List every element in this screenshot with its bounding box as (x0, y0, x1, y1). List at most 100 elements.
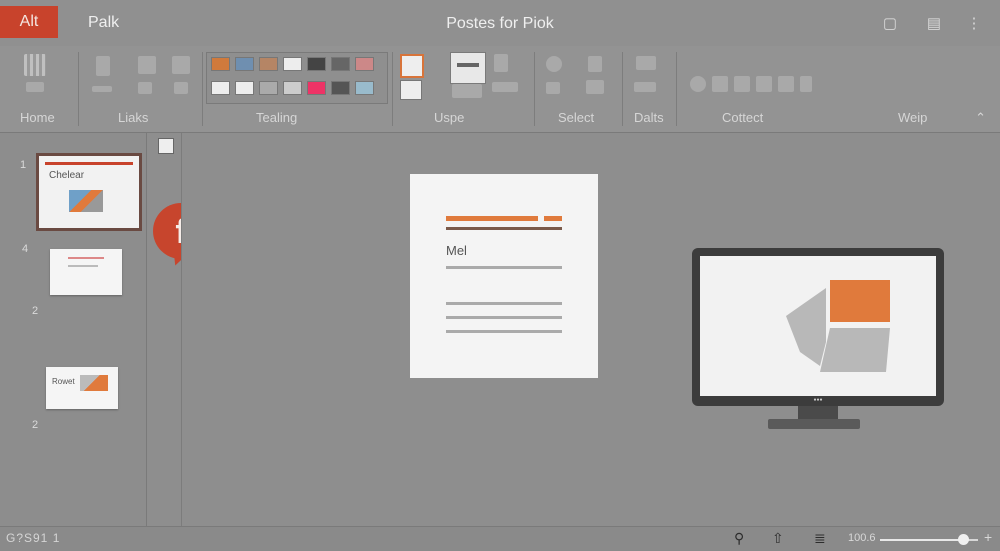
group-label-liaks[interactable]: Liaks (118, 110, 148, 125)
monitor-base (768, 419, 860, 429)
link-icon[interactable] (690, 76, 706, 92)
group-label-tealing[interactable]: Tealing (256, 110, 297, 125)
status-bar: G?S91 1 ⚲ ⇧ ≣ 100.6 + (0, 526, 1000, 551)
layout-thumb[interactable] (235, 81, 254, 95)
cut-icon[interactable] (138, 82, 152, 94)
triangle-icon[interactable] (174, 82, 188, 94)
doc-line (446, 316, 562, 319)
arrange-icon[interactable] (450, 52, 486, 84)
status-text: G?S91 1 (6, 531, 61, 545)
slide-thumbnail-1[interactable]: Chelear (36, 153, 142, 231)
accessibility-icon[interactable]: ⚲ (734, 530, 744, 547)
separator (202, 52, 203, 126)
layout-thumb[interactable] (211, 81, 230, 95)
pen-icon[interactable] (586, 80, 604, 94)
doc-rule (446, 227, 562, 230)
image-icon[interactable] (712, 76, 728, 92)
notes-icon[interactable] (158, 138, 174, 154)
thumb-title: Chelear (49, 170, 85, 181)
layout-thumb[interactable] (355, 81, 374, 95)
doc-line (446, 266, 562, 269)
doc-heading-bar (446, 216, 538, 221)
share-icon[interactable]: ⇧ (772, 530, 784, 547)
separator (392, 52, 393, 126)
layout-icon[interactable] (26, 82, 44, 92)
zoom-slider-fill (880, 539, 964, 541)
doc-heading-bar (544, 216, 562, 221)
diagram-left-shape (786, 288, 826, 366)
dropdown-icon[interactable] (634, 82, 656, 92)
layout-thumb[interactable] (307, 81, 326, 95)
page-icon[interactable] (494, 54, 508, 72)
copy-icon[interactable] (138, 56, 156, 74)
layout-thumb[interactable] (283, 57, 302, 71)
restore-icon[interactable]: ▤ (924, 14, 944, 34)
notes-view-icon[interactable]: ≣ (814, 530, 826, 547)
zoom-slider[interactable] (880, 534, 978, 545)
layout-thumb[interactable] (331, 57, 350, 71)
insert-icon[interactable] (96, 56, 110, 76)
layout-thumb[interactable] (283, 81, 302, 95)
undo-icon[interactable] (546, 56, 562, 72)
zoom-in-icon[interactable]: + (984, 529, 992, 545)
separator (78, 52, 79, 126)
doc-label: Mel (446, 243, 467, 258)
shape-fill-icon[interactable] (400, 54, 424, 78)
layout-thumb[interactable] (307, 57, 326, 71)
text-icon[interactable] (588, 56, 602, 72)
slide-thumbnail-3[interactable]: Rowet (46, 367, 118, 409)
layout-thumb[interactable] (259, 57, 278, 71)
doc-line (446, 330, 562, 333)
slide-thumbnail-2[interactable] (50, 249, 122, 295)
ribbon: Home Liaks Tealing Uspe Select Dalts Cot… (0, 46, 1000, 133)
audio-icon[interactable] (756, 76, 772, 92)
thumb-image (80, 375, 108, 391)
layout-thumb[interactable] (235, 57, 254, 71)
monitor-bezel: ●●● (692, 248, 944, 406)
layout-thumb[interactable] (259, 81, 278, 95)
document-card[interactable]: Mel (410, 174, 598, 378)
align-icon[interactable] (492, 82, 518, 92)
layout-thumb[interactable] (355, 57, 374, 71)
more-icon[interactable]: ⋮ (964, 14, 984, 34)
group-label-uspe[interactable]: Uspe (434, 110, 464, 125)
slide-number: 2 (32, 419, 39, 431)
shape-outline-icon[interactable] (400, 80, 422, 100)
arrange-bar (457, 63, 479, 67)
group-icon[interactable] (452, 84, 482, 98)
minimize-icon[interactable]: ▢ (880, 14, 900, 34)
collapse-ribbon-icon[interactable]: ⌃ (975, 110, 986, 126)
slide-canvas[interactable]: Mel ●●● (181, 133, 1000, 526)
slide-number: 1 (20, 159, 27, 171)
separator (622, 52, 623, 126)
separator (534, 52, 535, 126)
monitor-brand: ●●● (813, 397, 823, 403)
slide-thumbnails-pane: 1 Chelear 4 2 Rowet 2 (0, 133, 147, 526)
monitor-graphic: ●●● (692, 248, 944, 432)
group-label-select[interactable]: Select (558, 110, 594, 125)
monitor-screen (700, 256, 936, 396)
diagram-orange-shape (830, 280, 890, 322)
print-icon[interactable] (172, 56, 190, 74)
chart-icon[interactable] (778, 76, 794, 92)
layout-gallery[interactable] (206, 52, 388, 104)
paste-icon[interactable] (92, 86, 112, 92)
play-icon[interactable] (636, 56, 656, 70)
thumb-title: Rowet (52, 377, 75, 386)
group-label-weip[interactable]: Weip (898, 110, 927, 125)
grid-icon[interactable] (24, 54, 46, 76)
layout-thumb[interactable] (331, 81, 350, 95)
video-icon[interactable] (734, 76, 750, 92)
monitor-neck (798, 406, 838, 420)
table-icon[interactable] (800, 76, 812, 92)
zoom-level: 100.6 (848, 532, 876, 544)
document-title: Postes for Piok (446, 15, 554, 32)
group-label-home[interactable]: Home (20, 110, 55, 125)
group-label-cottect[interactable]: Cottect (722, 110, 763, 125)
slide-number: 2 (32, 305, 39, 317)
select-icon[interactable] (546, 82, 560, 94)
zoom-slider-knob[interactable] (958, 534, 970, 545)
thumb-accent-bar (45, 162, 133, 165)
group-label-dalts[interactable]: Dalts (634, 110, 664, 125)
layout-thumb[interactable] (211, 57, 230, 71)
